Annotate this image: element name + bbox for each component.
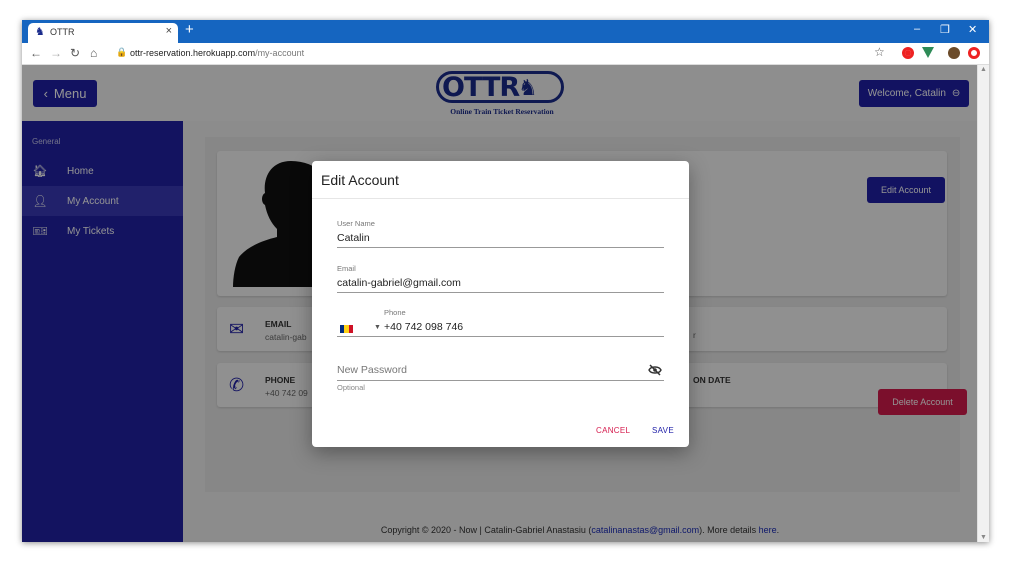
vue-extension-icon[interactable] [922, 47, 934, 58]
visibility-off-icon[interactable] [648, 364, 662, 376]
tab-close-icon[interactable]: × [166, 25, 172, 37]
password-hint: Optional [337, 383, 365, 392]
opera-extension-icon[interactable] [902, 47, 914, 59]
new-tab-button[interactable]: + [185, 21, 194, 38]
cancel-button[interactable]: CANCEL [596, 426, 630, 435]
profile-avatar[interactable] [948, 47, 960, 59]
browser-toolbar: ← → ↻ ⌂ 🔒 ottr-reservation.herokuapp.com… [22, 43, 989, 65]
back-arrow-icon[interactable]: ← [30, 46, 42, 60]
email-label: Email [337, 264, 356, 273]
browser-tabstrip: ♞ OTTR × + – ❐ ✕ [22, 20, 989, 43]
close-window-button[interactable]: ✕ [968, 23, 977, 36]
url-host: ottr-reservation.herokuapp.com [130, 48, 256, 58]
dialog-divider [312, 198, 689, 199]
username-value: Catalin [337, 232, 370, 244]
phone-label: Phone [384, 308, 406, 317]
reload-icon[interactable]: ↻ [70, 46, 80, 60]
url-path: /my-account [255, 48, 305, 58]
save-button[interactable]: SAVE [652, 426, 674, 435]
home-icon[interactable]: ⌂ [90, 46, 97, 60]
extension-icon[interactable] [968, 47, 980, 59]
email-value: catalin-gabriel@gmail.com [337, 277, 461, 289]
phone-field[interactable]: ▼ Phone +40 742 098 746 [337, 308, 664, 337]
country-dropdown-caret-icon[interactable]: ▼ [374, 324, 381, 331]
page: ‹ Menu OTTR ♞ Online Train Ticket Reserv… [22, 65, 977, 542]
bookmark-star-icon[interactable]: ☆ [874, 45, 885, 59]
address-bar[interactable]: 🔒 ottr-reservation.herokuapp.com/my-acco… [110, 46, 880, 62]
edit-account-dialog: Edit Account User Name Catalin Email cat… [312, 161, 689, 447]
email-field[interactable]: Email catalin-gabriel@gmail.com [337, 264, 664, 293]
romania-flag-icon[interactable] [340, 325, 353, 333]
password-placeholder: New Password [337, 364, 408, 376]
scroll-up-arrow-icon[interactable]: ▲ [980, 66, 987, 73]
phone-value: +40 742 098 746 [384, 321, 464, 333]
username-label: User Name [337, 219, 375, 228]
dialog-title: Edit Account [321, 172, 399, 188]
forward-arrow-icon[interactable]: → [50, 46, 62, 60]
train-favicon-icon: ♞ [35, 26, 45, 38]
scroll-down-arrow-icon[interactable]: ▼ [980, 534, 987, 541]
minimize-button[interactable]: – [914, 23, 920, 35]
restore-button[interactable]: ❐ [940, 23, 950, 36]
browser-window: ♞ OTTR × + – ❐ ✕ ← → ↻ ⌂ 🔒 ottr-reservat… [22, 20, 989, 542]
url-text: ottr-reservation.herokuapp.com/my-accoun… [130, 48, 304, 58]
tab-title: OTTR [50, 27, 75, 37]
browser-tab[interactable]: ♞ OTTR × [28, 23, 178, 43]
username-field[interactable]: User Name Catalin [337, 219, 664, 248]
new-password-field[interactable]: New Password [337, 359, 664, 381]
lock-icon: 🔒 [116, 47, 128, 57]
page-scrollbar[interactable]: ▲ ▼ [977, 65, 989, 542]
